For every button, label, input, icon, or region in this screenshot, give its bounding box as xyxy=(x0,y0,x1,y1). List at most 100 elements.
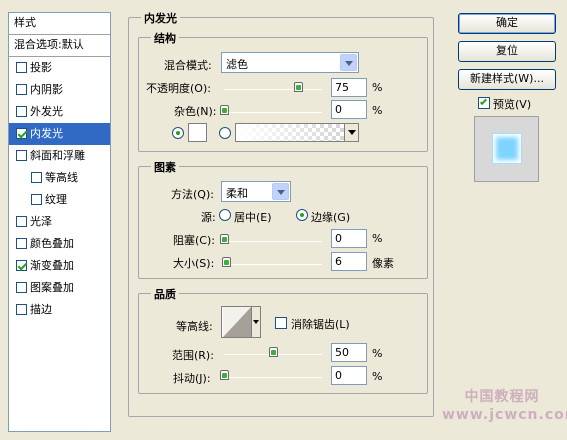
watermark: 中国教程网 www.jcwcn.com xyxy=(436,380,567,436)
jitter-unit: % xyxy=(372,370,383,383)
style-item-checkbox[interactable] xyxy=(16,106,27,117)
range-input[interactable]: 50 xyxy=(331,343,367,362)
range-label: 范围(R): xyxy=(172,349,214,362)
style-item-label: 描边 xyxy=(30,303,52,316)
source-edge-label[interactable]: 边缘(G) xyxy=(311,209,350,225)
style-item-label: 内阴影 xyxy=(30,83,63,96)
style-item-label: 颜色叠加 xyxy=(30,237,74,250)
style-item-checkbox[interactable] xyxy=(16,238,27,249)
style-list-header[interactable]: 样式 xyxy=(9,13,110,35)
source-edge-radio[interactable] xyxy=(296,209,308,221)
choke-slider-thumb[interactable] xyxy=(220,234,229,244)
blend-options-item[interactable]: 混合选项:默认 xyxy=(9,35,110,57)
choke-label: 阻塞(C): xyxy=(173,234,215,247)
antialias-checkbox[interactable] xyxy=(275,317,287,329)
source-label: 源: xyxy=(201,211,216,224)
preview-label[interactable]: 预览(V) xyxy=(493,96,531,112)
style-item[interactable]: 渐变叠加 xyxy=(9,255,110,277)
opacity-input[interactable]: 75 xyxy=(331,78,367,97)
jitter-slider-thumb[interactable] xyxy=(220,370,229,380)
style-item[interactable]: 颜色叠加 xyxy=(9,233,110,255)
chevron-down-icon xyxy=(348,130,356,135)
reset-button[interactable]: 复位 xyxy=(458,41,556,62)
style-item-label: 图案叠加 xyxy=(30,281,74,294)
gradient-picker[interactable] xyxy=(235,123,359,142)
style-item[interactable]: 斜面和浮雕 xyxy=(9,145,110,167)
style-item-label: 光泽 xyxy=(30,215,52,228)
size-unit: 像素 xyxy=(372,257,394,270)
preview-box xyxy=(474,116,539,182)
choke-slider-track[interactable] xyxy=(224,241,322,242)
inner-glow-title: 内发光 xyxy=(141,10,180,26)
method-select[interactable]: 柔和 xyxy=(221,181,291,202)
antialias-label[interactable]: 消除锯齿(L) xyxy=(291,316,350,332)
style-item-label: 外发光 xyxy=(30,105,63,118)
linear-contour-icon xyxy=(223,307,251,337)
style-item-checkbox[interactable] xyxy=(16,84,27,95)
noise-label: 杂色(N): xyxy=(174,105,217,118)
style-item-label: 渐变叠加 xyxy=(30,259,74,272)
range-slider-thumb[interactable] xyxy=(269,347,278,357)
size-slider-track[interactable] xyxy=(224,264,322,265)
preview-checkbox[interactable] xyxy=(478,97,490,109)
size-input[interactable]: 6 xyxy=(331,252,367,271)
style-item-label: 斜面和浮雕 xyxy=(30,149,85,162)
style-item[interactable]: 外发光 xyxy=(9,101,110,123)
contour-dropdown-button[interactable] xyxy=(251,307,260,337)
opacity-slider-track[interactable] xyxy=(224,89,322,90)
choke-unit: % xyxy=(372,232,383,245)
style-item-checkbox[interactable] xyxy=(16,128,27,139)
style-item-label: 内发光 xyxy=(30,127,63,140)
blend-mode-select[interactable]: 滤色 xyxy=(221,52,359,73)
size-label: 大小(S): xyxy=(173,257,215,270)
source-center-label[interactable]: 居中(E) xyxy=(234,209,272,225)
preview-swatch xyxy=(492,133,522,164)
style-item-checkbox[interactable] xyxy=(16,260,27,271)
jitter-label: 抖动(J): xyxy=(173,372,211,385)
contour-picker[interactable] xyxy=(221,306,261,338)
checkmark-icon xyxy=(479,97,488,106)
gradient-dropdown-button[interactable] xyxy=(344,124,358,141)
new-style-button[interactable]: 新建样式(W)... xyxy=(458,69,556,90)
range-unit: % xyxy=(372,347,383,360)
style-item-checkbox[interactable] xyxy=(16,150,27,161)
source-center-radio[interactable] xyxy=(219,209,231,221)
glow-color-swatch[interactable] xyxy=(188,123,207,142)
style-item[interactable]: 等高线 xyxy=(9,167,110,189)
noise-slider-track[interactable] xyxy=(224,112,322,113)
gradient-radio[interactable] xyxy=(219,127,231,139)
style-item-checkbox[interactable] xyxy=(31,194,42,205)
size-slider-thumb[interactable] xyxy=(222,257,232,267)
structure-title: 结构 xyxy=(151,30,179,46)
ok-button[interactable]: 确定 xyxy=(458,13,556,34)
opacity-slider-thumb[interactable] xyxy=(293,82,303,92)
jitter-slider-track[interactable] xyxy=(224,377,322,378)
style-item-checkbox[interactable] xyxy=(16,304,27,315)
blend-mode-label: 混合模式: xyxy=(164,59,212,72)
style-item[interactable]: 投影 xyxy=(9,57,110,79)
noise-slider-thumb[interactable] xyxy=(220,105,229,115)
chevron-down-icon xyxy=(340,54,357,71)
style-item-label: 纹理 xyxy=(45,193,67,206)
style-item-checkbox[interactable] xyxy=(16,216,27,227)
chevron-down-icon xyxy=(272,183,289,200)
opacity-label: 不透明度(O): xyxy=(146,82,211,95)
jitter-input[interactable]: 0 xyxy=(331,366,367,385)
choke-input[interactable]: 0 xyxy=(331,229,367,248)
style-item-checkbox[interactable] xyxy=(16,282,27,293)
style-item[interactable]: 内发光 xyxy=(9,123,110,145)
solid-color-radio[interactable] xyxy=(172,127,184,139)
style-item[interactable]: 光泽 xyxy=(9,211,110,233)
style-item-label: 等高线 xyxy=(45,171,78,184)
noise-input[interactable]: 0 xyxy=(331,100,367,119)
method-label: 方法(Q): xyxy=(171,188,214,201)
style-item[interactable]: 图案叠加 xyxy=(9,277,110,299)
style-item-checkbox[interactable] xyxy=(31,172,42,183)
style-item[interactable]: 描边 xyxy=(9,299,110,321)
style-item-label: 投影 xyxy=(30,61,52,74)
quality-title: 品质 xyxy=(151,286,179,302)
blend-mode-value: 滤色 xyxy=(226,58,248,71)
style-item-checkbox[interactable] xyxy=(16,62,27,73)
style-item[interactable]: 内阴影 xyxy=(9,79,110,101)
style-item[interactable]: 纹理 xyxy=(9,189,110,211)
